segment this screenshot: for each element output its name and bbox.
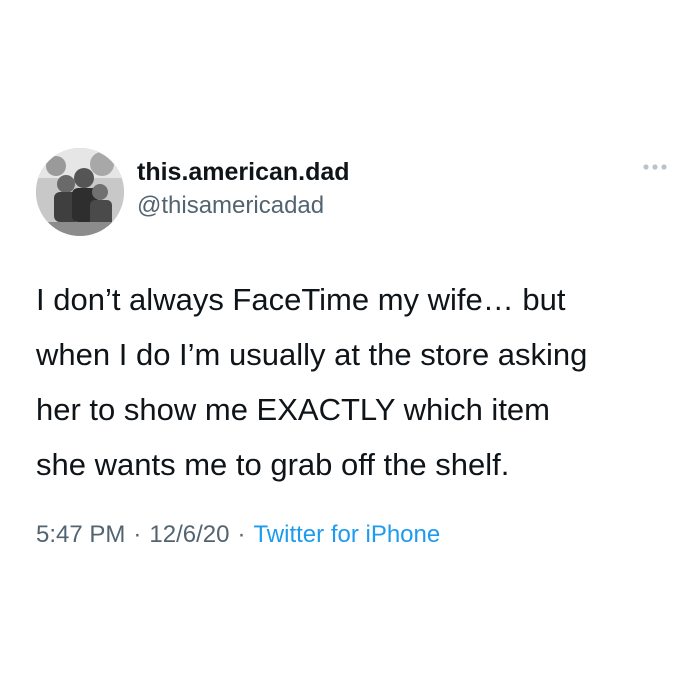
user-handle[interactable]: @thisamericadad <box>137 192 324 220</box>
avatar-photo <box>36 148 124 236</box>
tweet-text-line: her to show me EXACTLY which item <box>36 392 550 427</box>
tweet-text-line: I don’t always FaceTime my wife… but <box>36 282 566 317</box>
tweet-source-link[interactable]: Twitter for iPhone <box>253 521 440 548</box>
avatar[interactable] <box>36 148 124 236</box>
tweet-date[interactable]: 12/6/20 <box>149 521 229 548</box>
user-display-name[interactable]: this.american.dad <box>137 158 350 187</box>
meta-separator: · <box>133 521 142 548</box>
meta-separator: · <box>237 521 246 548</box>
tweet-time[interactable]: 5:47 PM <box>36 521 125 548</box>
tweet-meta: 5:47 PM · 12/6/20 · Twitter for iPhone <box>36 521 440 549</box>
tweet-card: this.american.dad @thisamericadad I don’… <box>0 0 700 700</box>
tweet-text-line: when I do I’m usually at the store askin… <box>36 337 588 372</box>
tweet-text-line: she wants me to grab off the shelf. <box>36 447 510 482</box>
more-dots-icon[interactable] <box>642 163 668 171</box>
tweet-text: I don’t always FaceTime my wife… but whe… <box>36 272 676 492</box>
